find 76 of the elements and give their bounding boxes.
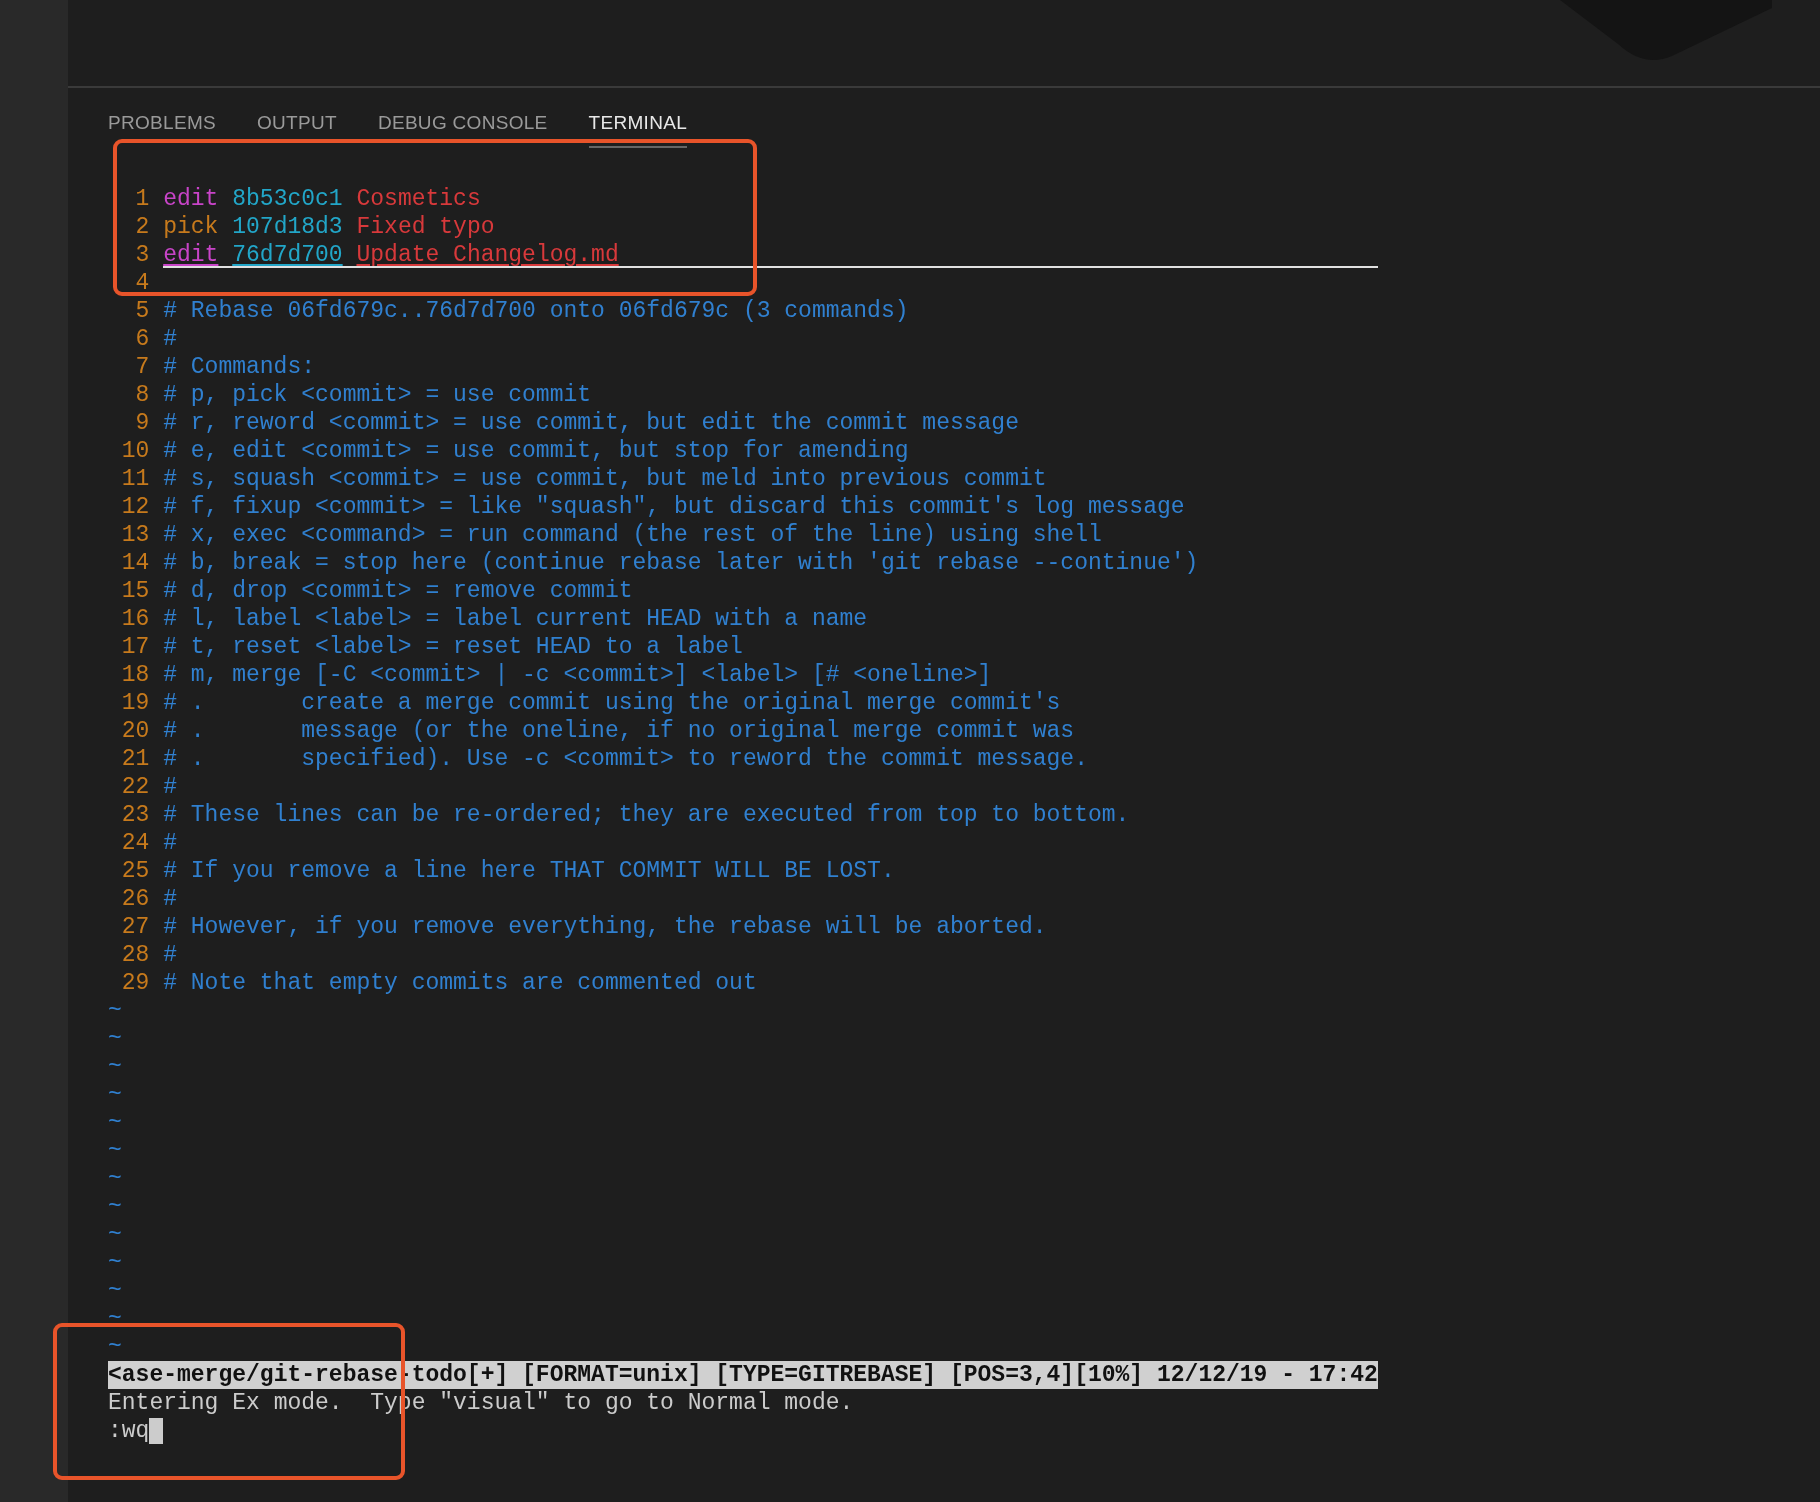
line-number: 8 [134, 381, 150, 409]
empty-line-marker: ~ [108, 1025, 122, 1053]
empty-line-marker: ~ [108, 1333, 122, 1361]
line-number: 29 [120, 969, 150, 997]
code-line: # d, drop <commit> = remove commit [163, 577, 634, 605]
line-number: 28 [120, 941, 150, 969]
panel-tab[interactable]: TERMINAL [588, 112, 688, 148]
line-number: 5 [134, 297, 150, 325]
line-number: 1 [134, 185, 150, 213]
line-number: 15 [120, 577, 150, 605]
empty-line-marker: ~ [108, 1221, 122, 1249]
empty-line-marker: ~ [108, 1109, 122, 1137]
code-line: # If you remove a line here THAT COMMIT WILL BE LOST. [163, 857, 896, 885]
code-line: # b, break = stop here (continue rebase later with 'git rebase --continue') [163, 549, 1200, 577]
line-number: 27 [120, 913, 150, 941]
code-line: # Commands: [163, 353, 317, 381]
line-number: 7 [134, 353, 150, 381]
code-line: # Note that empty commits are commented out [163, 969, 758, 997]
code-line: # Rebase 06fd679c..76d7d700 onto 06fd679c (3 commands) [163, 297, 910, 325]
empty-line-marker: ~ [108, 1137, 122, 1165]
command-input[interactable]: :wq [108, 1417, 150, 1445]
empty-line-marker: ~ [108, 1165, 122, 1193]
code-line: # x, exec <command> = run command (the rest of the line) using shell [163, 521, 1103, 549]
code-line: # . create a merge commit using the original merge commit's [163, 689, 1062, 717]
line-number: 26 [120, 885, 150, 913]
empty-line-marker: ~ [108, 1249, 122, 1277]
panel-tab[interactable]: PROBLEMS [108, 112, 216, 148]
line-number: 4 [134, 269, 150, 297]
code-line: # [163, 773, 178, 801]
code-line: edit 76d7d700 Update Changelog.md [163, 241, 1378, 268]
code-line: # [163, 325, 178, 353]
code-line: # m, merge [-C <commit> | -c <commit>] <label> [# <oneline>] [163, 661, 993, 689]
code-line: # e, edit <commit> = use commit, but stop for amending [163, 437, 910, 465]
code-line: # s, squash <commit> = use commit, but meld into previous commit [163, 465, 1048, 493]
code-line: # [163, 829, 178, 857]
code-line: # These lines can be re-ordered; they are executed from top to bottom. [163, 801, 1131, 829]
code-line: # t, reset <label> = reset HEAD to a label [163, 633, 744, 661]
line-number: 16 [120, 605, 150, 633]
code-line: # . specified). Use -c <commit> to reword the commit message. [163, 745, 1089, 773]
code-line: edit 8b53c0c1 Cosmetics [163, 185, 482, 213]
line-number: 19 [120, 689, 150, 717]
empty-line-marker: ~ [108, 1277, 122, 1305]
empty-line-marker: ~ [108, 1305, 122, 1333]
line-number: 24 [120, 829, 150, 857]
empty-line-marker: ~ [108, 997, 122, 1025]
line-number: 10 [120, 437, 150, 465]
code-line: # . message (or the oneline, if no original merge commit was [163, 717, 1076, 745]
line-number: 22 [120, 773, 150, 801]
empty-line-marker: ~ [108, 1193, 122, 1221]
line-number: 13 [120, 521, 150, 549]
code-line: # [163, 885, 178, 913]
line-number: 17 [120, 633, 150, 661]
line-number: 3 [134, 241, 150, 269]
line-number: 2 [134, 213, 150, 241]
panel-tab[interactable]: DEBUG CONSOLE [377, 112, 548, 148]
empty-line-marker: ~ [108, 1053, 122, 1081]
line-number: 23 [120, 801, 150, 829]
line-number: 11 [120, 465, 150, 493]
code-line: # [163, 941, 178, 969]
line-number: 14 [120, 549, 150, 577]
code-line: # l, label <label> = label current HEAD with a name [163, 605, 869, 633]
line-number: 6 [134, 325, 150, 353]
empty-line-marker: ~ [108, 1081, 122, 1109]
code-line: # f, fixup <commit> = like "squash", but discard this commit's log message [163, 493, 1186, 521]
line-number: 9 [134, 409, 150, 437]
line-number: 25 [120, 857, 150, 885]
line-number: 18 [120, 661, 150, 689]
line-number: 12 [120, 493, 150, 521]
line-number: 20 [120, 717, 150, 745]
code-line: pick 107d18d3 Fixed typo [163, 213, 496, 241]
code-line: # r, reword <commit> = use commit, but edit the commit message [163, 409, 1020, 437]
panel-tab[interactable]: OUTPUT [257, 112, 337, 148]
code-line: # However, if you remove everything, the rebase will be aborted. [163, 913, 1048, 941]
text-cursor [149, 1418, 164, 1444]
line-number: 21 [120, 745, 150, 773]
code-line: # p, pick <commit> = use commit [163, 381, 593, 409]
